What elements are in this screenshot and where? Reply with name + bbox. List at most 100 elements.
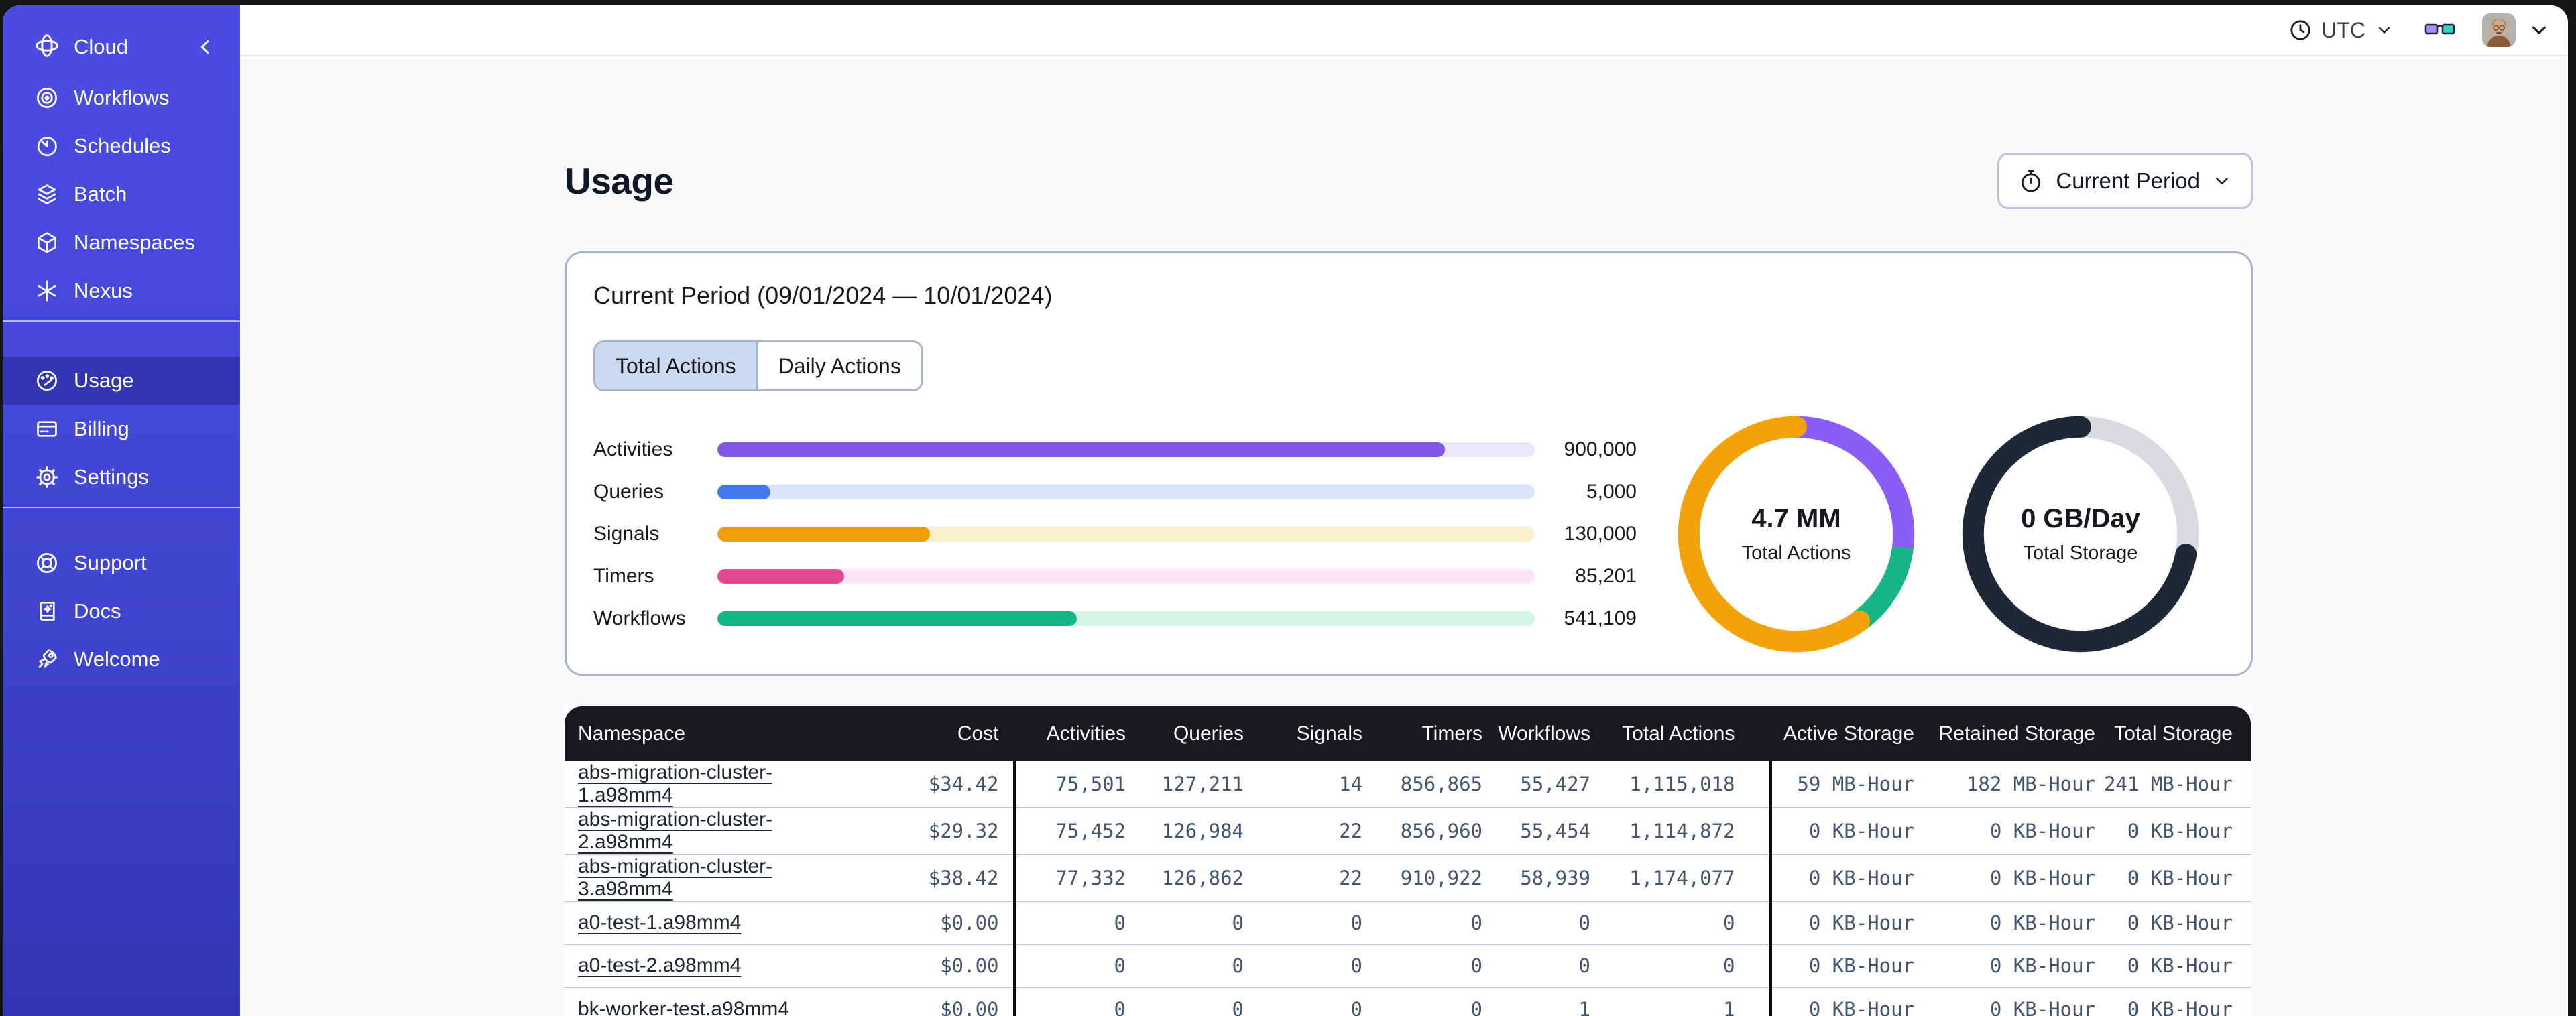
total-actions-caption: Total Actions <box>1741 542 1851 564</box>
bar-label: Timers <box>593 565 654 587</box>
avatar[interactable] <box>2482 13 2516 47</box>
value-cell: 22 <box>1244 854 1362 901</box>
sidebar-group-main: Workflows Schedules Batch Namespaces Nex… <box>3 74 240 315</box>
period-selector-button[interactable]: Current Period <box>1997 153 2253 209</box>
table-row: abs-migration-cluster-3.a98mm4 $38.42 77,3… <box>565 854 2251 901</box>
summary-donuts: 4.7 MM Total Actions 0 GB/Day Total Stor… <box>1677 415 2200 653</box>
value-cell: 1 <box>1590 987 1770 1016</box>
sidebar-divider <box>3 320 240 322</box>
sidebar-group-account: Usage Billing Settings <box>3 357 240 501</box>
column-header: Total Actions <box>1590 706 1770 761</box>
bar-track <box>717 611 1535 626</box>
value-cell: 126,984 <box>1126 807 1244 854</box>
tab-total-actions[interactable]: Total Actions <box>595 342 756 389</box>
value-cell: 1,114,872 <box>1590 807 1770 854</box>
value-cell: 0 KB-Hour <box>1768 854 1914 901</box>
value-cell: 1 <box>1482 987 1590 1016</box>
sidebar-item-settings[interactable]: Settings <box>3 453 240 501</box>
usage-bar-row: Workflows 541,109 <box>593 606 1637 631</box>
column-header: Signals <box>1244 706 1362 761</box>
current-period-card: Current Period (09/01/2024 — 10/01/2024)… <box>565 251 2253 676</box>
sidebar-item-batch[interactable]: Batch <box>3 170 240 218</box>
actions-bar-chart: Activities 900,000 Queries 5,000 Signals 130,… <box>593 437 1637 631</box>
collapse-sidebar-icon[interactable] <box>194 36 217 58</box>
sidebar-item-usage[interactable]: Usage <box>3 357 240 405</box>
sidebar-item-welcome[interactable]: Welcome <box>3 635 240 684</box>
value-cell: 55,454 <box>1482 807 1590 854</box>
namespace-link[interactable]: a0-test-2.a98mm4 <box>578 954 741 976</box>
namespace-link[interactable]: abs-migration-cluster-2.a98mm4 <box>578 808 772 853</box>
value-cell: 58,939 <box>1482 854 1590 901</box>
value-cell: 0 <box>1362 901 1482 944</box>
batch-icon <box>34 181 60 208</box>
bar-label: Activities <box>593 438 673 460</box>
value-cell: 0 KB-Hour <box>1914 987 2095 1016</box>
value-cell: 0 KB-Hour <box>1914 901 2095 944</box>
table-header-row: Namespace Cost Activities Queries Signals Tim… <box>565 706 2251 761</box>
namespace-cell: a0-test-1.a98mm4 <box>565 901 866 944</box>
bar-fill <box>717 611 1077 626</box>
value-cell: 241 MB-Hour <box>2095 761 2251 808</box>
bar-track <box>717 485 1535 499</box>
sidebar-item-support[interactable]: Support <box>3 539 240 587</box>
value-cell: $0.00 <box>866 901 1014 944</box>
table-row: a0-test-1.a98mm4 $0.00 0 0 0 0 0 0 0 KB-Hour 0 KB… <box>565 901 2251 944</box>
namespace-cell: abs-migration-cluster-2.a98mm4 <box>565 807 866 854</box>
namespace-link[interactable]: abs-migration-cluster-1.a98mm4 <box>578 761 772 806</box>
value-cell: 182 MB-Hour <box>1914 761 2095 808</box>
value-cell: 0 <box>1482 901 1590 944</box>
value-cell: 0 <box>1126 901 1244 944</box>
topbar: UTC <box>240 5 2568 56</box>
sidebar-title: Cloud <box>74 35 128 58</box>
value-cell: 0 <box>1012 944 1126 987</box>
bar-track <box>717 527 1535 542</box>
namespace-link[interactable]: abs-migration-cluster-3.a98mm4 <box>578 855 772 900</box>
sidebar-group-help: Support Docs Welcome <box>3 539 240 684</box>
value-cell: 0 KB-Hour <box>1768 901 1914 944</box>
workflows-icon <box>34 84 60 111</box>
table-row: a0-test-2.a98mm4 $0.00 0 0 0 0 0 0 0 KB-Hour 0 KB… <box>565 944 2251 987</box>
value-cell: 0 KB-Hour <box>2095 987 2251 1016</box>
page-content: Usage Current Period Current Period (09/… <box>240 56 2568 1016</box>
value-cell: 0 <box>1012 987 1126 1016</box>
value-cell: 0 <box>1362 944 1482 987</box>
timezone-selector[interactable]: UTC <box>2289 18 2394 43</box>
column-header: Queries <box>1126 706 1244 761</box>
value-cell: 0 <box>1482 944 1590 987</box>
sidebar-divider <box>3 507 240 508</box>
sidebar-item-workflows[interactable]: Workflows <box>3 74 240 122</box>
namespace-link[interactable]: a0-test-1.a98mm4 <box>578 911 741 934</box>
bar-label: Queries <box>593 481 664 503</box>
namespace-cell: bk-worker-test.a98mm4 <box>565 987 866 1016</box>
bar-fill <box>717 485 771 499</box>
sidebar-item-namespaces[interactable]: Namespaces <box>3 218 240 267</box>
namespace-link[interactable]: bk-worker-test.a98mm4 <box>578 998 789 1016</box>
value-cell: 1,115,018 <box>1590 761 1770 808</box>
value-cell: 59 MB-Hour <box>1768 761 1914 808</box>
feedback-glasses-icon[interactable] <box>2424 19 2455 41</box>
value-cell: 0 KB-Hour <box>1768 987 1914 1016</box>
sidebar-item-docs[interactable]: Docs <box>3 587 240 635</box>
sidebar-item-billing[interactable]: Billing <box>3 405 240 453</box>
sidebar-item-schedules[interactable]: Schedules <box>3 122 240 170</box>
value-cell: 0 KB-Hour <box>2095 807 2251 854</box>
column-header: Active Storage <box>1768 706 1914 761</box>
value-cell: 0 <box>1012 901 1126 944</box>
value-cell: 0 KB-Hour <box>1914 944 2095 987</box>
chevron-down-icon <box>2378 27 2390 34</box>
value-cell: $38.42 <box>866 854 1014 901</box>
bar-value: 900,000 <box>1564 438 1637 460</box>
tab-daily-actions[interactable]: Daily Actions <box>756 342 921 389</box>
value-cell: 77,332 <box>1012 854 1126 901</box>
value-cell: 0 KB-Hour <box>2095 854 2251 901</box>
usage-bar-row: Signals 130,000 <box>593 521 1637 547</box>
total-storage-caption: Total Storage <box>2023 542 2138 564</box>
user-menu-chevron-icon[interactable] <box>2528 19 2551 42</box>
value-cell: 0 KB-Hour <box>1914 807 2095 854</box>
sidebar-item-nexus[interactable]: Nexus <box>3 267 240 315</box>
value-cell: 856,960 <box>1362 807 1482 854</box>
value-cell: 0 <box>1590 944 1770 987</box>
namespaces-icon <box>34 229 60 256</box>
table-row: abs-migration-cluster-1.a98mm4 $34.42 75,5… <box>565 761 2251 808</box>
value-cell: 126,862 <box>1126 854 1244 901</box>
